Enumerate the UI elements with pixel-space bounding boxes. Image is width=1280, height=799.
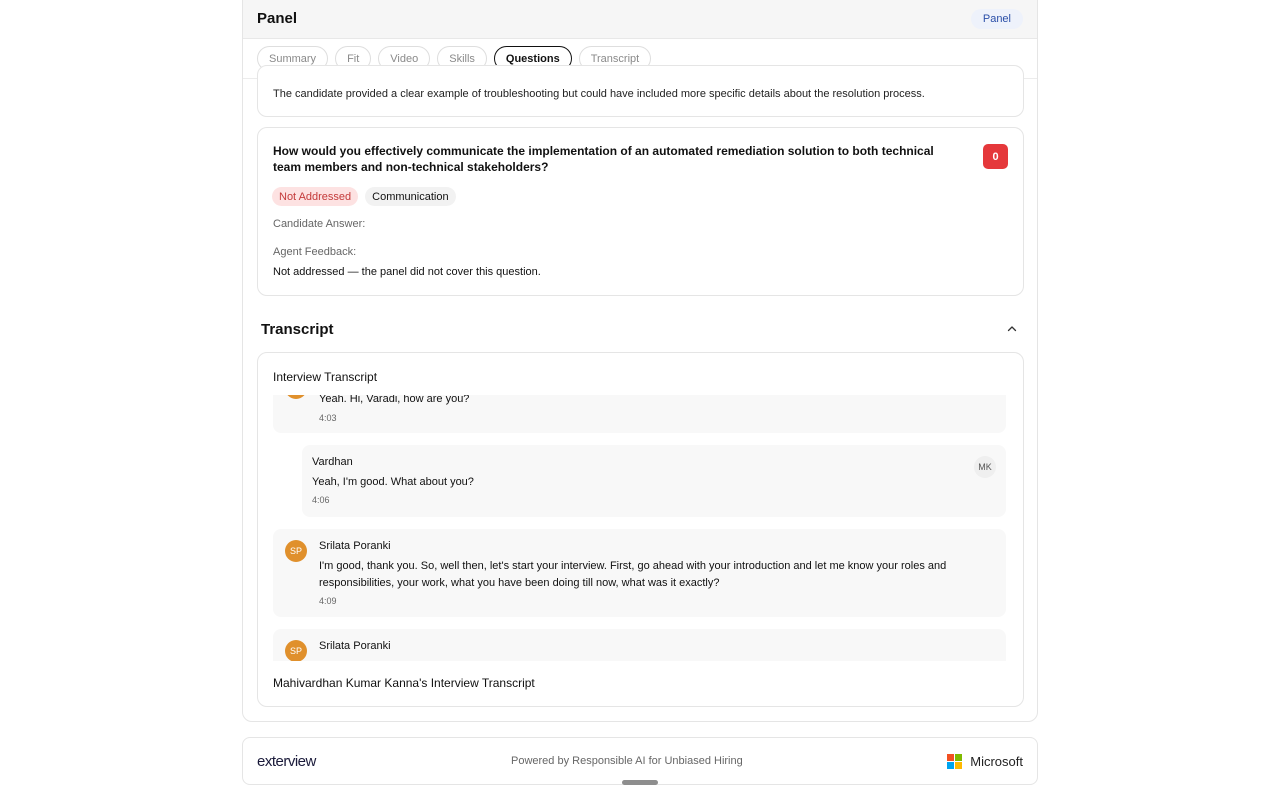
- question-title: How would you effectively communicate th…: [273, 144, 934, 174]
- panel-badge: Panel: [970, 8, 1023, 29]
- transcript-card: Interview Transcript Yeah. Hi, Varadi, h…: [257, 352, 1024, 707]
- status-chip: Not Addressed: [272, 187, 359, 206]
- chevron-up-icon[interactable]: [1003, 320, 1021, 338]
- exterview-logo[interactable]: exterview: [257, 753, 316, 770]
- message-time: 4:06: [312, 495, 330, 505]
- agent-feedback-label: Agent Feedback:: [273, 246, 357, 258]
- transcript-section-title: Transcript: [261, 320, 334, 338]
- message-speaker: Vardhan: [312, 456, 353, 468]
- message-text: Yeah, I'm good. What about you?: [312, 476, 474, 488]
- message-speaker: Srilata Poranki: [319, 640, 391, 652]
- transcript-card-title: Interview Transcript: [273, 370, 378, 384]
- transcript-message: SP Srilata Poranki: [273, 629, 1006, 661]
- avatar: MK: [974, 456, 996, 478]
- panel-scroll-area[interactable]: The candidate provided a clear example o…: [243, 65, 1037, 721]
- transcript-message: SP Srilata Poranki I'm good, thank you. …: [273, 529, 1006, 617]
- transcript-footer-title: Mahivardhan Kumar Kanna's Interview Tran…: [273, 676, 535, 690]
- score-badge: 0: [983, 144, 1008, 169]
- skill-chip: Communication: [365, 187, 456, 206]
- avatar: SP: [285, 540, 307, 562]
- microsoft-label: Microsoft: [970, 753, 1023, 769]
- question-chips: Not Addressed Communication: [272, 187, 456, 206]
- avatar: [285, 395, 307, 399]
- message-text: I'm good, thank you. So, well then, let'…: [319, 560, 947, 589]
- panel-header: Panel Panel: [243, 0, 1037, 39]
- transcript-message: Yeah. Hi, Varadi, how are you? 4:03: [273, 395, 1006, 433]
- transcript-message: Vardhan MK Yeah, I'm good. What about yo…: [302, 445, 1006, 517]
- question-card-previous: The candidate provided a clear example o…: [257, 65, 1024, 117]
- message-time: 4:03: [319, 413, 337, 423]
- previous-agent-feedback: The candidate provided a clear example o…: [273, 88, 925, 100]
- message-speaker: Srilata Poranki: [319, 540, 391, 552]
- microsoft-icon: [947, 753, 963, 769]
- panel-card: Panel Panel Summary Fit Video Skills Que…: [242, 0, 1038, 722]
- powered-by-text: Powered by Responsible AI for Unbiased H…: [511, 755, 743, 767]
- message-text: Yeah. Hi, Varadi, how are you?: [319, 395, 470, 405]
- home-indicator: [622, 780, 658, 785]
- footer-bar: exterview Powered by Responsible AI for …: [242, 737, 1038, 785]
- panel-title: Panel: [257, 10, 298, 27]
- message-time: 4:09: [319, 596, 337, 606]
- transcript-message-list[interactable]: Yeah. Hi, Varadi, how are you? 4:03 Vard…: [273, 395, 1006, 661]
- microsoft-logo: Microsoft: [947, 753, 1023, 769]
- transcript-section-header[interactable]: Transcript: [261, 319, 1021, 339]
- question-card: How would you effectively communicate th…: [257, 127, 1024, 296]
- brand-name: exterview: [257, 752, 316, 770]
- candidate-answer-label: Candidate Answer:: [273, 218, 366, 230]
- agent-feedback-value: Not addressed — the panel did not cover …: [273, 266, 541, 278]
- avatar: SP: [285, 640, 307, 661]
